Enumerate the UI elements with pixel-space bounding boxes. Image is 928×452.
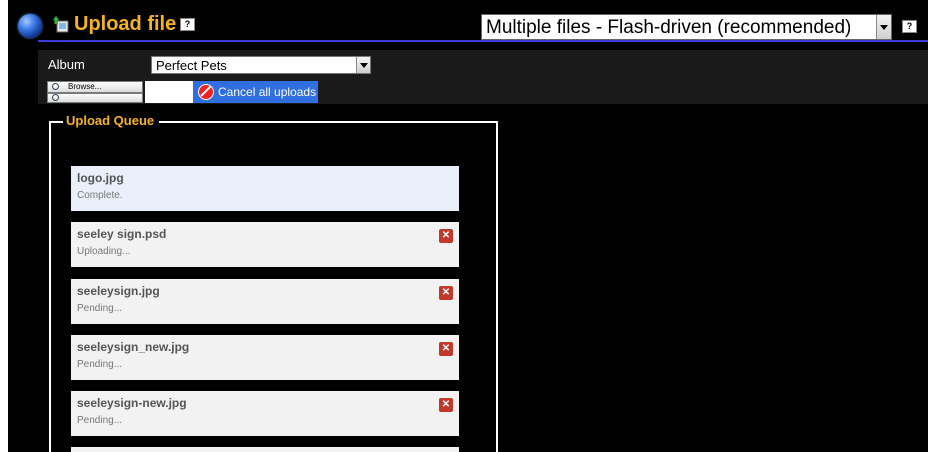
browse-button-secondary[interactable] — [47, 93, 143, 103]
queue-item: seeleysign.jpg Pending... ✕ — [71, 279, 459, 324]
upload-page: Upload file ? Multiple files - Flash-dri… — [8, 0, 928, 452]
queue-item-name: logo.jpg — [77, 171, 124, 185]
globe-icon — [18, 14, 42, 38]
queue-item-name: seeleysign.jpg — [77, 284, 160, 298]
queue-item: seeleysign-new.jpg Pending... ✕ — [71, 391, 459, 436]
close-icon[interactable]: ✕ — [439, 286, 453, 300]
upload-queue-legend: Upload Queue — [63, 113, 160, 129]
header: Upload file ? Multiple files - Flash-dri… — [8, 0, 928, 48]
queue-item-status: Pending... — [77, 303, 123, 314]
header-divider — [38, 40, 928, 42]
help-icon[interactable]: ? — [180, 18, 195, 31]
upload-icon — [52, 15, 70, 33]
search-icon — [52, 94, 59, 101]
album-select[interactable]: Perfect Pets — [151, 56, 371, 74]
chevron-down-icon[interactable] — [356, 57, 370, 73]
cancel-all-label: Cancel all uploads — [218, 85, 317, 99]
queue-item-name: seeleysign_new.jpg — [77, 340, 190, 354]
cancel-all-uploads-button[interactable]: Cancel all uploads — [193, 81, 318, 103]
upload-form: Album Perfect Pets Browse... Cancel all … — [38, 50, 928, 104]
queue-item: seeleysign_new.jpg Pending... ✕ — [71, 335, 459, 380]
cancel-icon — [198, 84, 214, 100]
close-icon[interactable]: ✕ — [439, 342, 453, 356]
queue-item-name: seeleysign-new.jpg — [77, 396, 187, 410]
album-label: Album — [48, 57, 85, 72]
upload-mode-value: Multiple files - Flash-driven (recommend… — [486, 17, 852, 38]
mode-help-icon[interactable]: ? — [902, 20, 917, 33]
album-select-value: Perfect Pets — [156, 58, 227, 73]
upload-mode-select[interactable]: Multiple files - Flash-driven (recommend… — [481, 14, 892, 40]
page-title: Upload file — [74, 13, 177, 35]
browse-button[interactable]: Browse... — [47, 81, 143, 93]
queue-item-name: seeley sign.psd — [77, 227, 167, 241]
search-icon — [52, 83, 59, 90]
queue-item: logo.jpg Complete. — [71, 166, 459, 211]
queue-item-status: Pending... — [77, 415, 123, 426]
queue-item-status: Complete. — [77, 190, 123, 201]
close-icon[interactable]: ✕ — [439, 398, 453, 412]
close-icon[interactable]: ✕ — [439, 229, 453, 243]
queue-item-status: Uploading... — [77, 246, 131, 257]
chevron-down-icon[interactable] — [876, 15, 891, 39]
file-field[interactable] — [145, 81, 193, 103]
queue-item-partial — [71, 447, 459, 452]
queue-item: seeley sign.psd Uploading... ✕ — [71, 222, 459, 267]
browse-label: Browse... — [68, 82, 102, 91]
queue-item-status: Pending... — [77, 359, 123, 370]
